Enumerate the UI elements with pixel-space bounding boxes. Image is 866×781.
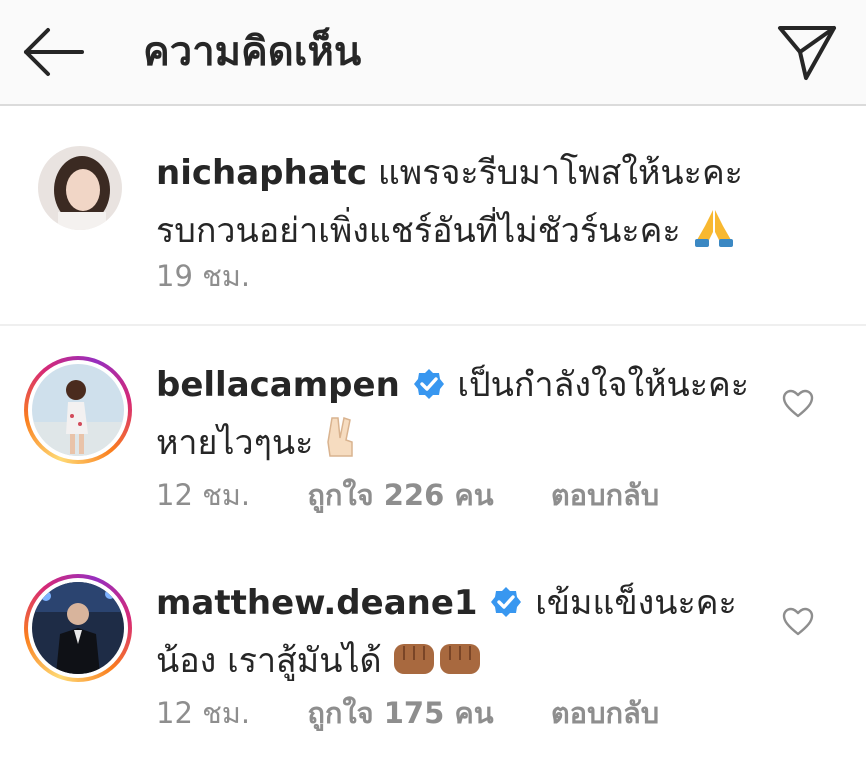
verified-badge-icon xyxy=(491,587,522,617)
fist-emoji xyxy=(394,644,481,674)
avatar-image xyxy=(32,364,124,456)
comment-meta: 12 ชม. ถูกใจ 226 คน ตอบกลับ xyxy=(156,477,659,513)
post-caption: nichaphatc แพรจะรีบมาโพสให้นะคะ รบกวนอย่… xyxy=(0,106,866,326)
comment-timestamp: 12 ชม. xyxy=(156,696,251,730)
comment-line1: เข้มแข็งนะคะ xyxy=(535,583,737,623)
heart-icon[interactable] xyxy=(782,607,814,637)
arrow-left-icon xyxy=(24,28,84,76)
comment-meta: 12 ชม. ถูกใจ 175 คน ตอบกลับ xyxy=(156,695,659,731)
comment-line2: น้อง เราสู้มันได้ xyxy=(156,641,382,681)
caption-line1: แพรจะรีบมาโพสให้นะคะ xyxy=(377,153,743,193)
avatar[interactable] xyxy=(38,146,122,230)
verified-badge-icon xyxy=(413,369,444,399)
story-ring[interactable] xyxy=(24,574,132,682)
comment-username[interactable]: matthew.deane1 xyxy=(156,583,478,623)
avatar xyxy=(32,364,124,456)
avatar xyxy=(32,582,124,674)
heart-icon[interactable] xyxy=(782,389,814,419)
paper-plane-icon xyxy=(778,26,836,80)
reply-button[interactable]: ตอบกลับ xyxy=(551,696,659,730)
caption-text: nichaphatc แพรจะรีบมาโพสให้นะคะ รบกวนอย่… xyxy=(156,144,846,260)
caption-meta: 19 ชม. xyxy=(156,258,250,294)
comment-timestamp: 12 ชม. xyxy=(156,478,251,512)
comment-line2: หายไวๆนะ xyxy=(156,423,314,463)
caption-username[interactable]: nichaphatc xyxy=(156,153,367,193)
comment-username[interactable]: bellacampen xyxy=(156,365,400,405)
page-title: ความคิดเห็น xyxy=(143,29,362,75)
story-ring[interactable] xyxy=(24,356,132,464)
comment-text: bellacampen เป็นกำลังใจให้นะคะ หายไวๆนะ xyxy=(156,356,776,472)
avatar-image xyxy=(38,146,122,230)
likes-count-link[interactable]: ถูกใจ 226 คน xyxy=(307,478,493,512)
comment-line1: เป็นกำลังใจให้นะคะ xyxy=(457,365,750,405)
comment-text: matthew.deane1 เข้มแข็งนะคะ น้อง เราสู้ม… xyxy=(156,574,776,690)
caption-timestamp: 19 ชม. xyxy=(156,259,251,293)
avatar-image xyxy=(32,582,124,674)
caption-line2: รบกวนอย่าเพิ่งแชร์อันที่ไม่ชัวร์นะคะ xyxy=(156,211,681,251)
likes-count-link[interactable]: ถูกใจ 175 คน xyxy=(307,696,493,730)
back-button[interactable] xyxy=(22,26,86,78)
victory-hand-emoji xyxy=(327,417,353,457)
share-button[interactable] xyxy=(776,22,838,82)
folded-hands-emoji xyxy=(695,210,734,247)
reply-button[interactable]: ตอบกลับ xyxy=(551,478,659,512)
top-bar: ความคิดเห็น xyxy=(0,0,866,106)
